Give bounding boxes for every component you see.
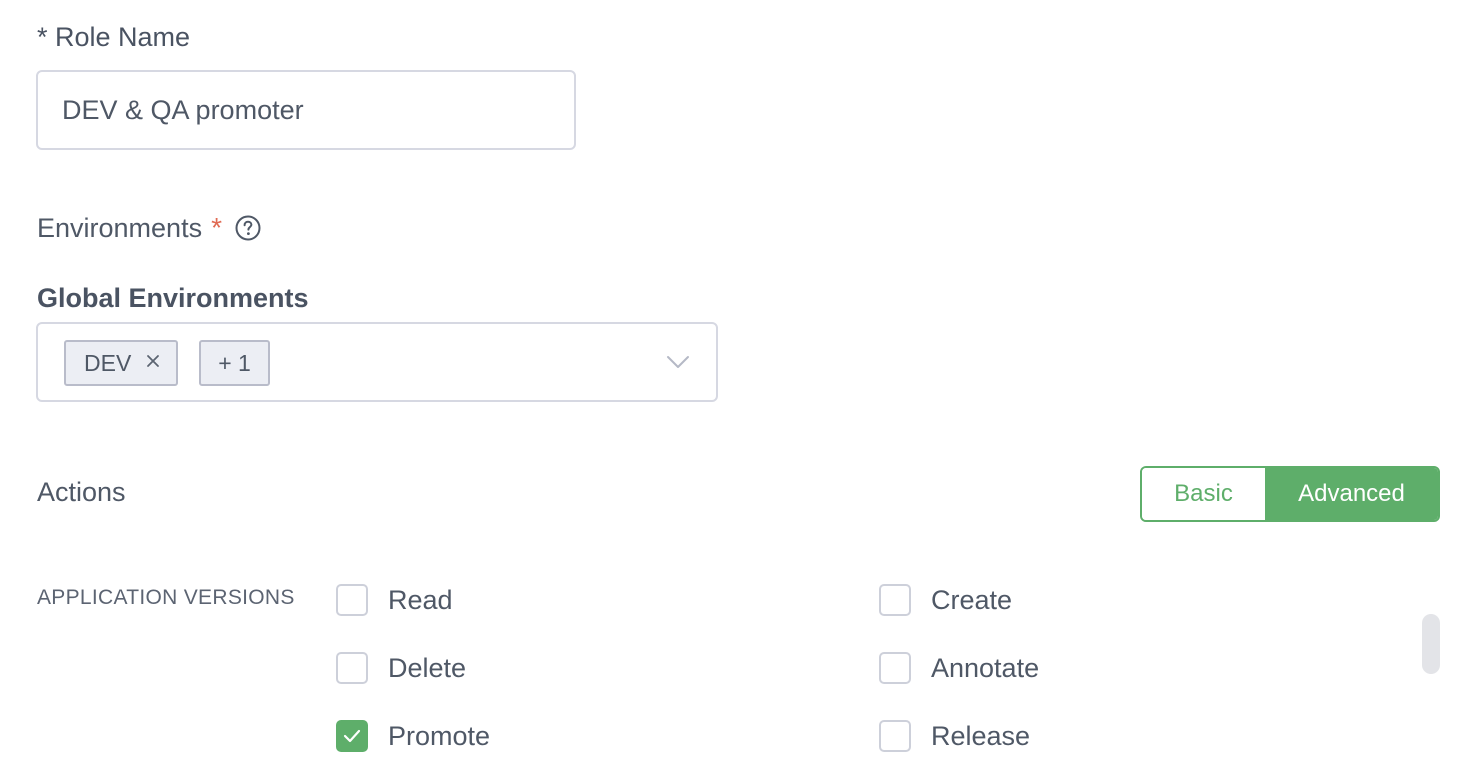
actions-label: Actions [37,477,126,507]
application-versions-label: APPLICATION VERSIONS [37,586,295,609]
permission-create[interactable]: Create [879,584,1012,616]
environments-label-text: Environments [37,212,203,243]
required-marker: * [211,212,222,243]
more-environments-tag[interactable]: + 1 [199,340,270,386]
permission-label: Create [931,584,1013,615]
permission-label: Release [931,720,1031,751]
environment-tag-dev: DEV [64,340,178,386]
checkbox[interactable] [879,584,911,616]
role-form: * Role Name Environments * Global Enviro… [0,0,1466,782]
checkbox[interactable] [336,584,368,616]
chevron-down-icon[interactable] [666,354,690,370]
check-icon [343,729,361,743]
advanced-mode-button[interactable]: Advanced [1265,468,1438,520]
question-circle-icon[interactable] [234,214,262,242]
basic-mode-button[interactable]: Basic [1142,468,1265,520]
scrollbar-thumb[interactable] [1422,614,1440,674]
permission-read[interactable]: Read [336,584,453,616]
permission-delete[interactable]: Delete [336,652,466,684]
global-environments-label: Global Environments [37,283,309,313]
checkbox[interactable] [336,652,368,684]
environment-tag-label: DEV [84,349,132,376]
permission-label: Read [388,584,453,615]
permission-release[interactable]: Release [879,720,1030,752]
close-icon[interactable] [144,352,162,370]
checkbox-checked[interactable] [336,720,368,752]
role-name-label: * Role Name [37,22,191,52]
actions-mode-toggle: Basic Advanced [1140,466,1440,522]
permission-annotate[interactable]: Annotate [879,652,1039,684]
role-name-input[interactable] [36,70,576,150]
permission-label: Annotate [931,652,1040,683]
environments-label: Environments * [37,212,262,244]
permission-label: Promote [388,720,491,751]
permission-label: Delete [388,652,467,683]
checkbox[interactable] [879,720,911,752]
permission-promote[interactable]: Promote [336,720,490,752]
global-environments-select[interactable]: DEV + 1 [36,322,718,402]
checkbox[interactable] [879,652,911,684]
